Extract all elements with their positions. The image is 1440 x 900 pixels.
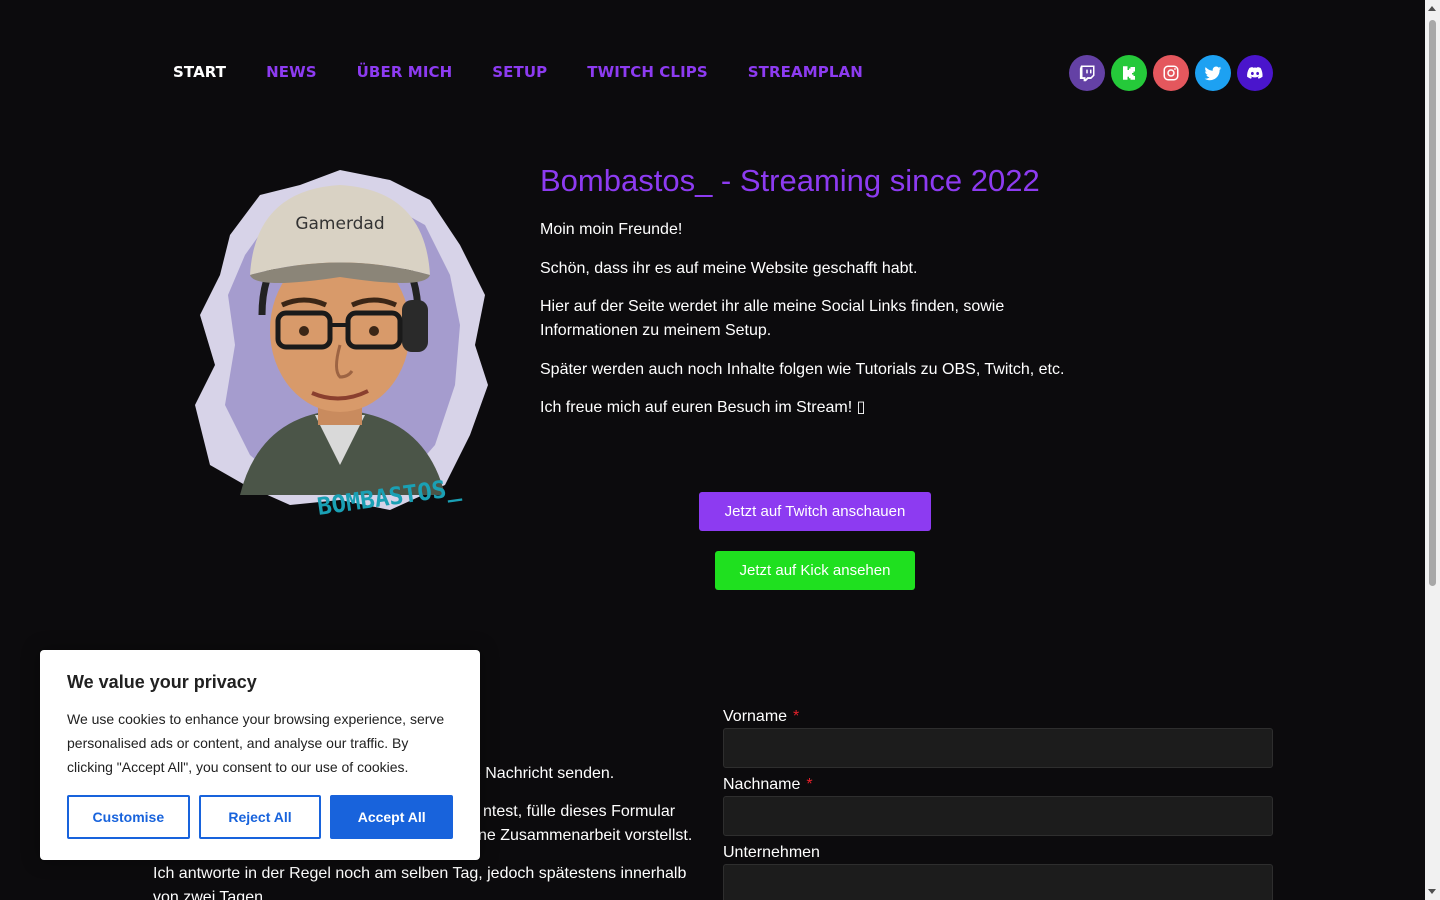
twitter-icon (1204, 66, 1222, 81)
nav-streamplan[interactable]: STREAMPLAN (748, 62, 863, 82)
company-label: Unternehmen (723, 844, 820, 861)
company-input[interactable] (723, 864, 1273, 900)
cookie-text: We use cookies to enhance your browsing … (67, 711, 445, 775)
kick-icon (1123, 66, 1135, 80)
contact-paragraph: Ich antworte in der Regel noch am selben… (153, 865, 687, 882)
nav-twitch-clips[interactable]: TWITCH CLIPS (587, 62, 708, 82)
twitch-icon (1079, 65, 1095, 82)
kick-link[interactable] (1111, 55, 1147, 91)
instagram-link[interactable] (1153, 55, 1189, 91)
last-name-field: Nachname * (723, 774, 1273, 836)
instagram-icon (1163, 65, 1179, 81)
cookie-title: We value your privacy (67, 672, 257, 692)
required-mark: * (806, 776, 813, 793)
social-links (1069, 55, 1273, 91)
intro-text: Moin moin Freunde! Schön, dass ihr es au… (540, 218, 1080, 435)
main-nav: START NEWS ÜBER MICH SETUP TWITCH CLIPS … (173, 62, 863, 82)
contact-paragraph: von zwei Tagen. (153, 889, 268, 900)
nav-ueber-mich[interactable]: ÜBER MICH (357, 62, 453, 82)
cookie-buttons: Customise Reject All Accept All (67, 795, 454, 839)
cookie-consent-banner: We value your privacy We use cookies to … (40, 650, 480, 860)
intro-paragraph: Hier auf der Seite werdet ihr alle meine… (540, 298, 1005, 339)
avatar-cap-text: Gamerdad (295, 214, 384, 234)
intro-paragraph: Schön, dass ihr es auf meine Website ges… (540, 259, 918, 277)
scroll-down-arrow-icon[interactable] (1428, 889, 1436, 894)
nav-setup[interactable]: SETUP (492, 62, 547, 82)
scroll-up-arrow-icon[interactable] (1428, 6, 1436, 11)
twitch-link[interactable] (1069, 55, 1105, 91)
contact-form: Vorname * Nachname * Unternehmen (723, 706, 1273, 900)
nav-news[interactable]: NEWS (266, 62, 317, 82)
company-field: Unternehmen (723, 842, 1273, 900)
first-name-label: Vorname * (723, 708, 800, 725)
scrollbar-thumb[interactable] (1429, 20, 1436, 586)
intro-paragraph: Ich freue mich auf euren Besuch im Strea… (540, 399, 866, 416)
required-mark: * (793, 708, 800, 725)
customise-button[interactable]: Customise (67, 795, 190, 839)
discord-link[interactable] (1237, 55, 1273, 91)
first-name-input[interactable] (723, 728, 1273, 768)
last-name-label: Nachname * (723, 776, 813, 793)
accept-all-button[interactable]: Accept All (330, 795, 454, 839)
page-title: Bombastos_ - Streaming since 2022 (540, 163, 1040, 198)
scrollbar[interactable] (1425, 0, 1440, 900)
last-name-input[interactable] (723, 796, 1273, 836)
twitter-link[interactable] (1195, 55, 1231, 91)
reject-all-button[interactable]: Reject All (198, 795, 322, 839)
watch-on-kick-button[interactable]: Jetzt auf Kick ansehen (715, 551, 915, 590)
intro-paragraph: Später werden auch noch Inhalte folgen w… (540, 360, 1065, 378)
first-name-field: Vorname * (723, 706, 1273, 768)
watch-on-twitch-button[interactable]: Jetzt auf Twitch anschauen (699, 492, 931, 531)
nav-start[interactable]: START (173, 62, 226, 82)
intro-paragraph: Moin moin Freunde! (540, 221, 683, 238)
streamer-avatar: Gamerdad BOMBASTOS_ (195, 170, 488, 521)
discord-icon (1247, 67, 1263, 79)
